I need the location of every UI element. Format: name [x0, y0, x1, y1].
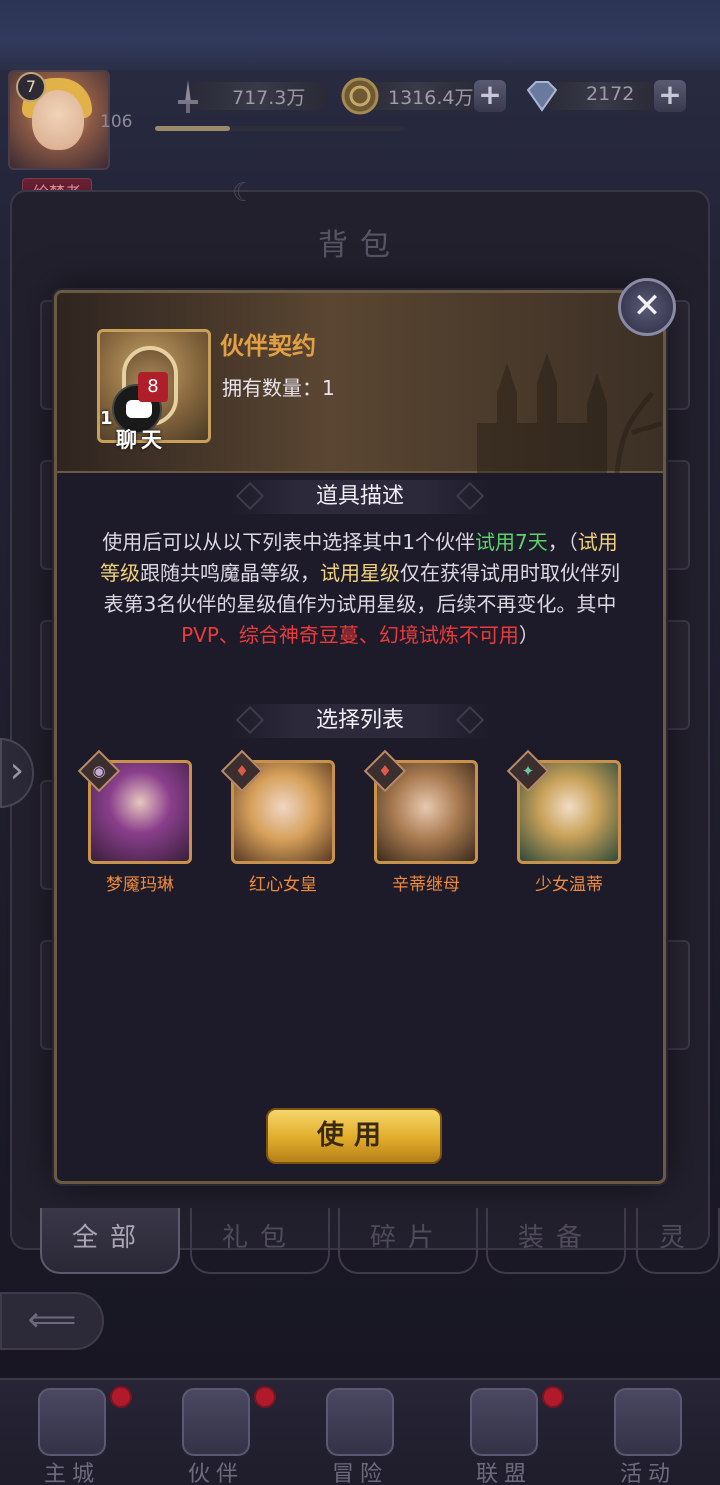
diamond-value: 2172 [586, 83, 635, 105]
ornament-icon [455, 481, 485, 511]
desc-trial-star: 试用星级 [320, 561, 400, 585]
list-title: 选择列表 [230, 704, 490, 738]
hat-icon [182, 1388, 250, 1456]
nav-alliance[interactable]: 联盟 [432, 1380, 576, 1485]
desc-trial-days: 试用7天 [475, 530, 548, 554]
notification-dot [542, 1386, 564, 1408]
desc-text: ） [518, 623, 539, 647]
power-value: 717.3万 [232, 87, 306, 109]
nav-main-city[interactable]: 主城 [0, 1380, 144, 1485]
partner-card[interactable]: ◉ [77, 749, 192, 864]
notification-dot [254, 1386, 276, 1408]
tab-all[interactable]: 全部 [40, 1208, 180, 1274]
partner-card[interactable]: ♦ [220, 749, 335, 864]
owned-count: 拥有数量：1 [222, 376, 335, 400]
item-name: 伙伴契约 [220, 332, 316, 360]
nav-label: 联盟 [475, 1462, 532, 1485]
game-screen: { "player": { "level": "7", "xp": "106",… [0, 0, 720, 1485]
chat-unread-badge: 8 [138, 372, 168, 402]
desc-text: 使用后可以从以下列表中选择其中1个伙伴 [102, 530, 475, 554]
diamond-resource: 2172 + [522, 80, 690, 112]
sky-background [0, 0, 720, 70]
bag-tabs: 全部 礼包 碎片 装备 灵 [40, 1208, 720, 1274]
desc-restricted: PVP、综合神奇豆蔓、幻境试炼不可用 [181, 623, 519, 647]
player-level-badge: 7 [16, 72, 46, 102]
nav-adventure[interactable]: 冒险 [288, 1380, 432, 1485]
partner-name: 梦魇玛琳 [106, 875, 174, 895]
description-title-text: 道具描述 [315, 484, 404, 509]
partner-card[interactable]: ♦ [363, 749, 478, 864]
nav-events[interactable]: 活动 [576, 1380, 720, 1485]
use-button[interactable]: 使用 [266, 1108, 442, 1164]
diamond-icon [526, 81, 558, 112]
gold-value: 1316.4万 [388, 87, 474, 109]
partner-name: 辛蒂继母 [392, 875, 460, 895]
chat-icon [126, 400, 152, 418]
shield-icon [470, 1388, 538, 1456]
notification-dot [110, 1386, 132, 1408]
nav-label: 主城 [43, 1462, 100, 1485]
player-xp: 106 [100, 112, 133, 132]
nav-label: 活动 [619, 1462, 676, 1485]
chat-label[interactable]: 聊天 [116, 424, 166, 454]
ornament-icon [235, 481, 265, 511]
close-icon[interactable]: ✕ [618, 278, 676, 336]
item-description: 使用后可以从以下列表中选择其中1个伙伴试用7天，（试用等级跟随共鸣魔晶等级，试用… [100, 527, 620, 651]
xp-bar [155, 126, 405, 131]
tab-gift[interactable]: 礼包 [190, 1208, 330, 1274]
tab-equip[interactable]: 装备 [486, 1208, 626, 1274]
power-resource: 717.3万 [168, 80, 328, 113]
moon-icon: ☾ [232, 178, 256, 208]
tab-shard[interactable]: 碎片 [338, 1208, 478, 1274]
back-button[interactable]: ⟸ [0, 1292, 104, 1350]
item-count: 1 [100, 408, 113, 429]
partner-card[interactable]: ✦ [506, 749, 621, 864]
gold-coin-icon [341, 77, 379, 115]
bag-title: 背包 [318, 228, 402, 263]
nav-label: 冒险 [331, 1462, 388, 1485]
add-gold-button[interactable]: + [474, 80, 506, 112]
bottom-nav: 主城 伙伴 冒险 联盟 活动 [0, 1378, 720, 1485]
add-diamond-button[interactable]: + [654, 80, 686, 112]
nav-partner[interactable]: 伙伴 [144, 1380, 288, 1485]
cards-icon [614, 1388, 682, 1456]
sword-icon [178, 80, 198, 113]
description-title: 道具描述 [230, 480, 490, 514]
list-title-text: 选择列表 [315, 708, 404, 733]
xp-fill [155, 126, 230, 131]
nav-label: 伙伴 [187, 1462, 244, 1485]
ornament-icon [235, 705, 265, 735]
ornament-icon [455, 705, 485, 735]
desc-text: 跟随共鸣魔晶等级， [140, 561, 320, 585]
partner-name: 少女温蒂 [535, 875, 603, 895]
castle-decoration-icon [477, 353, 663, 473]
castle-icon [38, 1388, 106, 1456]
gold-resource: 1316.4万 + [340, 77, 510, 115]
desc-text: ，（ [547, 530, 578, 554]
tab-spirit[interactable]: 灵 [636, 1208, 720, 1274]
compass-icon [326, 1388, 394, 1456]
partner-name: 红心女皇 [249, 875, 317, 895]
